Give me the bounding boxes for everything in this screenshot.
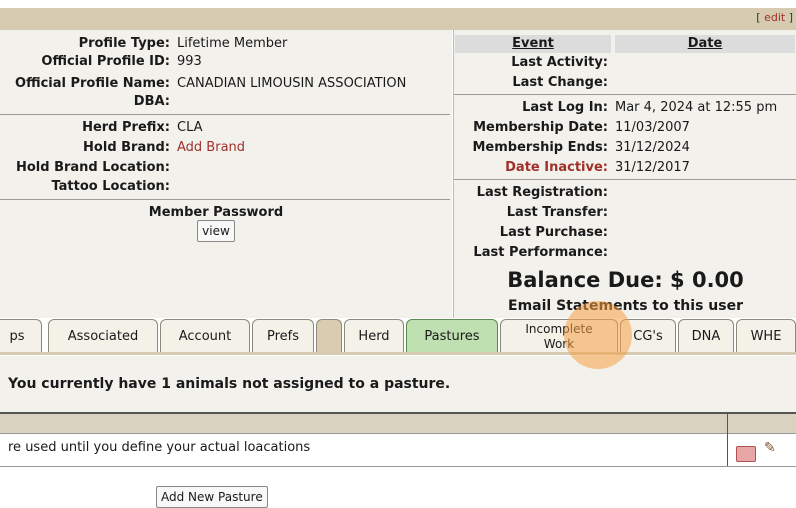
- column-separator: [727, 434, 728, 466]
- delete-icon[interactable]: [736, 446, 756, 462]
- membership-date-value: 11/03/2007: [615, 120, 690, 135]
- divider: [0, 114, 450, 115]
- official-name-label: Official Profile Name:: [15, 76, 170, 91]
- herd-prefix-value: CLA: [177, 120, 203, 135]
- divider: [454, 179, 796, 180]
- last-login-label: Last Log In:: [522, 100, 608, 115]
- edit-link-wrapper: [ edit ]: [756, 11, 793, 24]
- last-purchase-label: Last Purchase:: [499, 225, 608, 240]
- hold-brand-label: Hold Brand:: [83, 140, 170, 155]
- pasture-notice-panel: You currently have 1 animals not assigne…: [0, 356, 796, 412]
- events-panel: Event Date Last Activity: Last Change: L…: [453, 30, 796, 318]
- last-registration-label: Last Registration:: [476, 185, 608, 200]
- official-name-value: CANADIAN LIMOUSIN ASSOCIATION: [177, 76, 407, 91]
- unassigned-animals-notice: You currently have 1 animals not assigne…: [8, 376, 451, 392]
- pasture-row-text: re used until you define your actual loa…: [8, 440, 311, 455]
- tab-whe[interactable]: WHE: [736, 319, 796, 352]
- edit-link[interactable]: edit: [764, 11, 785, 24]
- herd-prefix-label: Herd Prefix:: [82, 120, 170, 135]
- pasture-table-row: re used until you define your actual loa…: [0, 434, 796, 467]
- event-column-header: Event: [455, 35, 611, 53]
- profile-header-bar: [ edit ]: [0, 8, 796, 30]
- tab-bar: ps Associated Account Prefs Herd Pasture…: [0, 318, 796, 356]
- date-column-header: Date: [615, 35, 795, 53]
- last-activity-label: Last Activity:: [511, 55, 608, 70]
- last-login-value: Mar 4, 2024 at 12:55 pm: [615, 100, 778, 115]
- last-change-label: Last Change:: [512, 75, 608, 90]
- add-new-pasture-button[interactable]: Add New Pasture: [156, 486, 268, 508]
- date-inactive-value: 31/12/2017: [615, 160, 690, 175]
- divider: [0, 199, 450, 200]
- hold-brand-location-label: Hold Brand Location:: [15, 160, 170, 175]
- column-separator: [727, 414, 728, 434]
- official-id-value: 993: [177, 54, 202, 69]
- tab-account[interactable]: Account: [160, 319, 250, 352]
- edit-icon[interactable]: ✎: [764, 440, 776, 456]
- tab-blank[interactable]: [316, 319, 342, 352]
- tattoo-location-label: Tattoo Location:: [51, 179, 170, 194]
- date-inactive-label: Date Inactive:: [505, 160, 608, 175]
- last-transfer-label: Last Transfer:: [506, 205, 608, 220]
- member-password-label: Member Password: [148, 205, 284, 220]
- dba-label: DBA:: [133, 94, 170, 109]
- tab-herd[interactable]: Herd: [344, 319, 404, 352]
- view-password-button[interactable]: view: [197, 220, 235, 242]
- profile-type-value: Lifetime Member: [177, 36, 288, 51]
- tab-dna[interactable]: DNA: [678, 319, 734, 352]
- last-performance-label: Last Performance:: [473, 245, 608, 260]
- pasture-table-header: [0, 412, 796, 434]
- email-statements-link[interactable]: Email Statements to this user: [454, 298, 796, 314]
- tab-underline: [0, 352, 796, 355]
- profile-info-panel: Profile Type: Lifetime Member Official P…: [0, 30, 452, 318]
- membership-date-label: Membership Date:: [473, 120, 608, 135]
- tab-groups[interactable]: ps: [0, 319, 42, 352]
- cursor-highlight: [564, 301, 632, 369]
- membership-ends-value: 31/12/2024: [615, 140, 690, 155]
- tab-prefs[interactable]: Prefs: [252, 319, 314, 352]
- divider: [454, 94, 796, 95]
- profile-type-label: Profile Type:: [78, 36, 170, 51]
- tab-associated[interactable]: Associated: [48, 319, 158, 352]
- balance-due: Balance Due: $ 0.00: [507, 268, 744, 292]
- tab-pastures[interactable]: Pastures: [406, 319, 498, 352]
- membership-ends-label: Membership Ends:: [472, 140, 609, 155]
- official-id-label: Official Profile ID:: [41, 54, 170, 69]
- add-brand-link[interactable]: Add Brand: [177, 138, 245, 158]
